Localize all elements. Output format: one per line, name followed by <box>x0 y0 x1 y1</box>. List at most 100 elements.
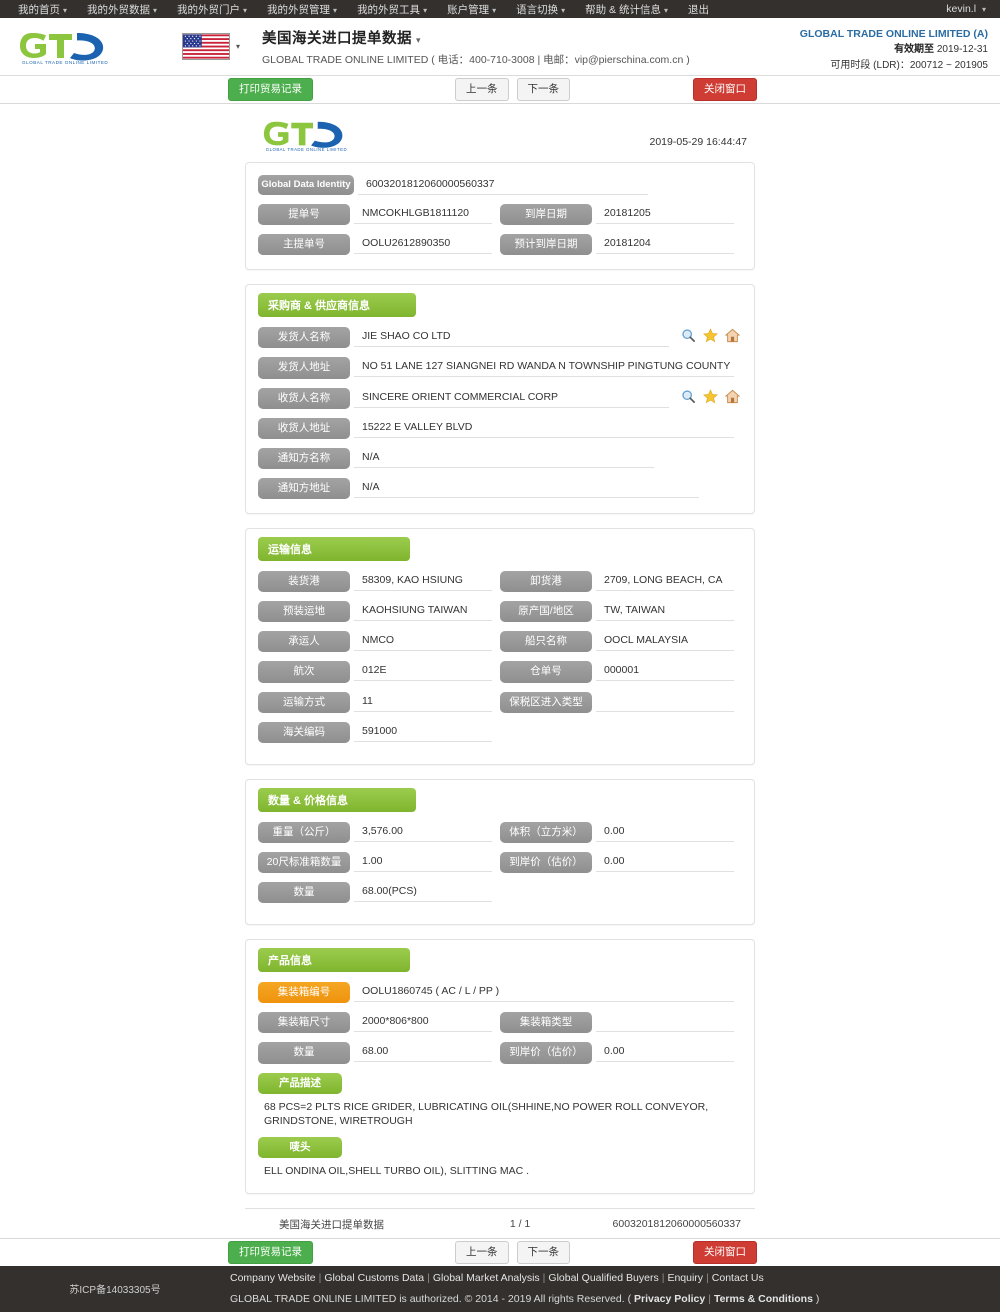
marks-label-row: 唛头 <box>258 1137 742 1159</box>
chevron-down-icon: ▾ <box>492 5 497 15</box>
consignee-actions <box>677 388 742 404</box>
nav-item-label: 我的外贸门户 <box>177 3 241 16</box>
previous-record-button[interactable]: 上一条 <box>455 78 509 101</box>
search-icon[interactable] <box>681 389 696 404</box>
next-record-button-bottom[interactable]: 下一条 <box>516 1240 570 1264</box>
field-row: 承运人 NMCO 船只名称 OOCL MALAYSIA <box>258 631 742 653</box>
ldr-label: 可用时段 (LDR)： <box>830 59 910 71</box>
chevron-down-icon: ▾ <box>561 5 566 15</box>
field-label: 通知方地址 <box>258 477 350 499</box>
page-title[interactable]: 美国海关进口提单数据 ▾ <box>262 27 690 48</box>
field-row: 海关编码 591000 <box>258 721 742 743</box>
field-value: 11 <box>354 692 492 712</box>
print-record-button-bottom[interactable]: 打印贸易记录 <box>228 1240 313 1264</box>
document-footer-title: 美国海关进口提单数据 <box>279 1218 384 1231</box>
bill-of-lading-document: GLOBAL TRADE ONLINE LIMITED 2019-05-29 1… <box>245 114 755 1238</box>
icp-license: 苏ICP备14033305号 <box>69 1285 161 1297</box>
nav-item-label: 我的外贸工具 <box>357 3 421 16</box>
country-selector[interactable]: ▾ <box>182 33 240 60</box>
container-size-row: 集装箱尺寸 2000*806*800 集装箱类型 <box>258 1012 742 1034</box>
field-label: 发货人名称 <box>258 327 350 349</box>
field-row: 20尺标准箱数量 1.00 到岸价（估价） 0.00 <box>258 851 742 873</box>
legal-link-1[interactable]: Terms & Conditions <box>714 1293 813 1305</box>
field-value: 2709, LONG BEACH, CA <box>596 571 734 591</box>
brand-logo[interactable]: GLOBAL TRADE ONLINE LIMITED <box>12 29 132 65</box>
field-label: 收货人名称 <box>258 387 350 409</box>
chevron-down-icon: ▾ <box>981 5 986 14</box>
field-label: 运输方式 <box>258 691 350 713</box>
identity-panel: Global Data Identity 6003201812060000560… <box>245 162 755 271</box>
next-record-button[interactable]: 下一条 <box>516 78 570 101</box>
nav-item-8[interactable]: 退出 <box>678 2 719 17</box>
legal-link-0[interactable]: Privacy Policy <box>634 1293 705 1305</box>
field-label: 到岸价（估价） <box>500 1042 592 1064</box>
footer-link-0[interactable]: Company Website <box>230 1272 316 1284</box>
field-value: KAOHSIUNG TAIWAN <box>354 601 492 622</box>
previous-record-button-bottom[interactable]: 上一条 <box>455 1240 509 1264</box>
field-label: 船只名称 <box>500 631 592 653</box>
product-section-title: 产品信息 <box>258 948 410 973</box>
footer-link-separator: | <box>661 1272 665 1285</box>
field-label: 原产国/地区 <box>500 601 592 623</box>
nav-item-7[interactable]: 帮助 & 统计信息 ▾ <box>575 2 678 17</box>
transport-panel: 运输信息 装货港 58309, KAO HSIUNG 卸货港 2709, LONG B… <box>245 528 755 765</box>
field-value <box>596 1012 734 1033</box>
search-icon[interactable] <box>681 328 696 343</box>
nav-item-1[interactable]: 我的外贸数据 ▾ <box>77 2 167 17</box>
nav-item-4[interactable]: 我的外贸工具 ▾ <box>347 2 437 17</box>
user-menu[interactable]: kevin.l ▾ <box>940 3 992 15</box>
nav-item-label: 我的外贸数据 <box>87 3 151 16</box>
star-icon[interactable] <box>703 388 718 404</box>
consignee-address-row: 收货人地址 15222 E VALLEY BLVD <box>258 417 742 439</box>
document-footer-id: 6003201812060000560337 <box>612 1218 741 1231</box>
field-value: 2000*806*800 <box>354 1012 492 1033</box>
document-header: GLOBAL TRADE ONLINE LIMITED 2019-05-29 1… <box>245 114 755 162</box>
field-row: 运输方式 11 保税区进入类型 <box>258 691 742 713</box>
footer-link-4[interactable]: Enquiry <box>667 1272 703 1284</box>
document-timestamp: 2019-05-29 16:44:47 <box>649 136 748 148</box>
close-window-button[interactable]: 关闭窗口 <box>693 78 757 101</box>
chevron-down-icon: ▾ <box>663 5 668 15</box>
nav-item-2[interactable]: 我的外贸门户 ▾ <box>167 2 257 17</box>
star-icon[interactable] <box>703 328 718 343</box>
gto-logo-icon: GLOBAL TRADE ONLINE LIMITED <box>20 32 108 65</box>
chevron-down-icon: ▾ <box>153 5 158 15</box>
nav-item-label: 我的外贸管理 <box>267 3 331 16</box>
product-description-text: 68 PCS=2 PLTS RICE GRIDER, LUBRICATING O… <box>264 1100 709 1128</box>
parties-section-title: 采购商 & 供应商信息 <box>258 293 416 318</box>
ldr-value: 200712 ~ 201905 <box>909 59 988 71</box>
nav-item-0[interactable]: 我的首页 ▾ <box>8 2 77 17</box>
field-label: 保税区进入类型 <box>500 691 592 713</box>
home-icon[interactable] <box>725 328 740 343</box>
nav-item-3[interactable]: 我的外贸管理 ▾ <box>257 2 347 17</box>
field-value: N/A <box>354 478 699 498</box>
home-icon[interactable] <box>725 389 740 404</box>
account-ldr: 可用时段 (LDR)：200712 ~ 201905 <box>800 58 988 74</box>
field-label: 到岸价（估价） <box>500 851 592 873</box>
page-header: GLOBAL TRADE ONLINE LIMITED ▾ 美国海关进口提单数据… <box>0 18 1000 76</box>
footer-link-2[interactable]: Global Market Analysis <box>433 1272 540 1284</box>
print-record-button[interactable]: 打印贸易记录 <box>228 78 313 101</box>
page-subtitle: GLOBAL TRADE ONLINE LIMITED ( 电话：400-710… <box>262 53 690 66</box>
field-value: NMCO <box>354 631 492 652</box>
transport-rows: 装货港 58309, KAO HSIUNG 卸货港 2709, LONG BEACH,… <box>258 571 742 743</box>
nav-item-5[interactable]: 账户管理 ▾ <box>437 2 506 17</box>
field-value: 15222 E VALLEY BLVD <box>354 418 734 438</box>
close-window-button-bottom[interactable]: 关闭窗口 <box>693 1240 757 1264</box>
field-value: OOCL MALAYSIA <box>596 631 734 652</box>
field-label: 装货港 <box>258 571 350 593</box>
field-cell: 航次 012E <box>258 661 500 683</box>
product-qty-row: 数量 68.00 到岸价（估价） 0.00 <box>258 1042 742 1064</box>
footer-link-3[interactable]: Global Qualified Buyers <box>548 1272 658 1284</box>
page-title-text: 美国海关进口提单数据 <box>262 30 413 47</box>
nav-item-6[interactable]: 语言切换 ▾ <box>506 2 575 17</box>
footer-link-separator: | <box>318 1272 322 1285</box>
footer-link-5[interactable]: Contact Us <box>712 1272 764 1284</box>
transport-section-title: 运输信息 <box>258 537 410 561</box>
field-value: 20181205 <box>596 204 734 224</box>
shipper-actions <box>677 327 742 343</box>
footer-link-1[interactable]: Global Customs Data <box>324 1272 424 1284</box>
field-label: 20尺标准箱数量 <box>258 851 350 873</box>
top-navigation-bar: 我的首页 ▾ 我的外贸数据 ▾ 我的外贸门户 ▾ 我的外贸管理 ▾ 我的外贸工具 ▾ 账户管理 ▾ 语言… <box>0 0 1000 18</box>
action-bar-bottom: 打印贸易记录 上一条 下一条 关闭窗口 <box>0 1237 1000 1266</box>
